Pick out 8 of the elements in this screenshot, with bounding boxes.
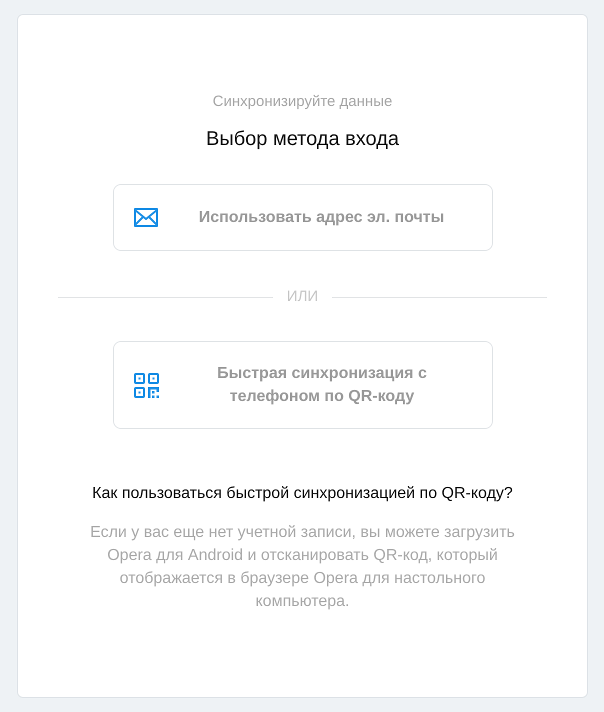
email-login-button[interactable]: Использовать адрес эл. почты <box>112 184 492 251</box>
envelope-icon <box>134 208 158 227</box>
help-question: Как пользоваться быстрой синхронизацией по QR-коду? <box>92 484 513 504</box>
subtitle: Синхронизируйте данные <box>212 92 392 112</box>
help-text: Если у вас еще нет учетной записи, вы можете загрузить Opera для Android и отсканировать QR-код, который отображается в браузере Opera для настольного компьютера. <box>89 523 516 612</box>
qr-login-button[interactable]: Быстрая синхронизация с телефоном по QR-коду <box>112 341 492 429</box>
qr-code-icon <box>134 372 158 398</box>
page-title: Выбор метода входа <box>206 127 400 152</box>
